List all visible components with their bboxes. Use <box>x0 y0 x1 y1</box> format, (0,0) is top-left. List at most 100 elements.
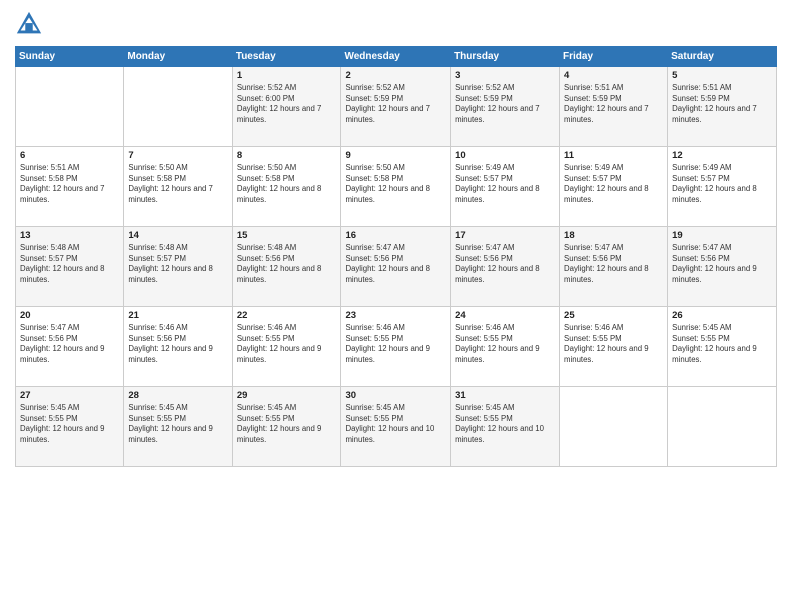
page: Sunday Monday Tuesday Wednesday Thursday… <box>0 0 792 612</box>
day-info: Sunrise: 5:46 AM Sunset: 5:56 PM Dayligh… <box>128 323 227 365</box>
day-info: Sunrise: 5:48 AM Sunset: 5:56 PM Dayligh… <box>237 243 337 285</box>
day-cell: 16 Sunrise: 5:47 AM Sunset: 5:56 PM Dayli… <box>341 227 451 307</box>
day-number: 10 <box>455 150 555 161</box>
day-cell: 26 Sunrise: 5:45 AM Sunset: 5:55 PM Dayli… <box>668 307 777 387</box>
day-info: Sunrise: 5:50 AM Sunset: 5:58 PM Dayligh… <box>237 163 337 205</box>
day-cell: 24Sunrise: 5:46 AM Sunset: 5:55 PM Dayli… <box>451 307 560 387</box>
day-number: 11 <box>564 150 663 161</box>
day-info: Sunrise: 5:47 AM Sunset: 5:56 PM Dayligh… <box>345 243 446 285</box>
logo-icon <box>15 10 43 38</box>
day-info: Sunrise: 5:49 AM Sunset: 5:57 PM Dayligh… <box>672 163 772 205</box>
day-info: Sunrise: 5:45 AM Sunset: 5:55 PM Dayligh… <box>20 403 119 445</box>
day-info: Sunrise: 5:47 AM Sunset: 5:56 PM Dayligh… <box>455 243 555 285</box>
day-info: Sunrise: 5:52 AM Sunset: 5:59 PM Dayligh… <box>455 83 555 125</box>
week-row-2: 6 Sunrise: 5:51 AM Sunset: 5:58 PM Daylig… <box>16 147 777 227</box>
day-number: 30 <box>345 390 446 401</box>
week-row-3: 13 Sunrise: 5:48 AM Sunset: 5:57 PM Dayli… <box>16 227 777 307</box>
day-cell: 23 Sunrise: 5:46 AM Sunset: 5:55 PM Dayli… <box>341 307 451 387</box>
day-number: 14 <box>128 230 227 241</box>
col-wednesday: Wednesday <box>341 47 451 67</box>
day-cell: 10 Sunrise: 5:49 AM Sunset: 5:57 PM Dayli… <box>451 147 560 227</box>
col-friday: Friday <box>560 47 668 67</box>
day-number: 21 <box>128 310 227 321</box>
day-number: 17 <box>455 230 555 241</box>
day-info: Sunrise: 5:47 AM Sunset: 5:56 PM Dayligh… <box>20 323 119 365</box>
day-number: 15 <box>237 230 337 241</box>
day-cell: 20 Sunrise: 5:47 AM Sunset: 5:56 PM Dayli… <box>16 307 124 387</box>
day-cell: 19 Sunrise: 5:47 AM Sunset: 5:56 PM Dayli… <box>668 227 777 307</box>
day-cell: 27Sunrise: 5:45 AM Sunset: 5:55 PM Dayli… <box>16 387 124 467</box>
day-cell <box>668 387 777 467</box>
logo <box>15 10 47 38</box>
day-info: Sunrise: 5:51 AM Sunset: 5:59 PM Dayligh… <box>564 83 663 125</box>
day-cell: 15 Sunrise: 5:48 AM Sunset: 5:56 PM Dayli… <box>232 227 341 307</box>
day-number: 4 <box>564 70 663 81</box>
day-number: 2 <box>345 70 446 81</box>
day-info: Sunrise: 5:50 AM Sunset: 5:58 PM Dayligh… <box>128 163 227 205</box>
day-info: Sunrise: 5:45 AM Sunset: 5:55 PM Dayligh… <box>672 323 772 365</box>
calendar-table: Sunday Monday Tuesday Wednesday Thursday… <box>15 46 777 467</box>
day-cell: 2 Sunrise: 5:52 AM Sunset: 5:59 PM Daylig… <box>341 67 451 147</box>
day-cell: 3 Sunrise: 5:52 AM Sunset: 5:59 PM Daylig… <box>451 67 560 147</box>
day-number: 19 <box>672 230 772 241</box>
day-info: Sunrise: 5:52 AM Sunset: 6:00 PM Dayligh… <box>237 83 337 125</box>
day-cell: 6 Sunrise: 5:51 AM Sunset: 5:58 PM Daylig… <box>16 147 124 227</box>
day-number: 29 <box>237 390 337 401</box>
day-info: Sunrise: 5:51 AM Sunset: 5:59 PM Dayligh… <box>672 83 772 125</box>
day-cell: 21 Sunrise: 5:46 AM Sunset: 5:56 PM Dayli… <box>124 307 232 387</box>
col-tuesday: Tuesday <box>232 47 341 67</box>
col-thursday: Thursday <box>451 47 560 67</box>
day-cell: 31 Sunrise: 5:45 AM Sunset: 5:55 PM Dayli… <box>451 387 560 467</box>
day-info: Sunrise: 5:49 AM Sunset: 5:57 PM Dayligh… <box>455 163 555 205</box>
day-info: Sunrise: 5:46 AM Sunset: 5:55 PM Dayligh… <box>345 323 446 365</box>
day-number: 3 <box>455 70 555 81</box>
day-info: Sunrise: 5:51 AM Sunset: 5:58 PM Dayligh… <box>20 163 119 205</box>
day-cell: 13 Sunrise: 5:48 AM Sunset: 5:57 PM Dayli… <box>16 227 124 307</box>
day-cell <box>560 387 668 467</box>
col-saturday: Saturday <box>668 47 777 67</box>
day-info: Sunrise: 5:47 AM Sunset: 5:56 PM Dayligh… <box>564 243 663 285</box>
day-number: 24 <box>455 310 555 321</box>
day-cell: 29Sunrise: 5:45 AM Sunset: 5:55 PM Dayli… <box>232 387 341 467</box>
day-cell: 7 Sunrise: 5:50 AM Sunset: 5:58 PM Daylig… <box>124 147 232 227</box>
day-number: 22 <box>237 310 337 321</box>
day-number: 26 <box>672 310 772 321</box>
day-cell: 11 Sunrise: 5:49 AM Sunset: 5:57 PM Dayli… <box>560 147 668 227</box>
day-info: Sunrise: 5:47 AM Sunset: 5:56 PM Dayligh… <box>672 243 772 285</box>
day-number: 7 <box>128 150 227 161</box>
day-cell <box>124 67 232 147</box>
day-number: 8 <box>237 150 337 161</box>
col-monday: Monday <box>124 47 232 67</box>
day-info: Sunrise: 5:45 AM Sunset: 5:55 PM Dayligh… <box>345 403 446 445</box>
day-number: 12 <box>672 150 772 161</box>
day-number: 23 <box>345 310 446 321</box>
day-number: 31 <box>455 390 555 401</box>
week-row-5: 27Sunrise: 5:45 AM Sunset: 5:55 PM Dayli… <box>16 387 777 467</box>
day-cell: 5Sunrise: 5:51 AM Sunset: 5:59 PM Daylig… <box>668 67 777 147</box>
day-number: 25 <box>564 310 663 321</box>
day-cell: 17 Sunrise: 5:47 AM Sunset: 5:56 PM Dayli… <box>451 227 560 307</box>
day-number: 16 <box>345 230 446 241</box>
day-number: 6 <box>20 150 119 161</box>
day-cell: 25 Sunrise: 5:46 AM Sunset: 5:55 PM Dayli… <box>560 307 668 387</box>
day-info: Sunrise: 5:48 AM Sunset: 5:57 PM Dayligh… <box>20 243 119 285</box>
header <box>15 10 777 38</box>
day-number: 20 <box>20 310 119 321</box>
day-info: Sunrise: 5:48 AM Sunset: 5:57 PM Dayligh… <box>128 243 227 285</box>
day-info: Sunrise: 5:52 AM Sunset: 5:59 PM Dayligh… <box>345 83 446 125</box>
day-cell: 14 Sunrise: 5:48 AM Sunset: 5:57 PM Dayli… <box>124 227 232 307</box>
day-number: 1 <box>237 70 337 81</box>
day-cell: 22Sunrise: 5:46 AM Sunset: 5:55 PM Dayli… <box>232 307 341 387</box>
day-cell: 1 Sunrise: 5:52 AM Sunset: 6:00 PM Daylig… <box>232 67 341 147</box>
header-row: Sunday Monday Tuesday Wednesday Thursday… <box>16 47 777 67</box>
day-cell: 4 Sunrise: 5:51 AM Sunset: 5:59 PM Daylig… <box>560 67 668 147</box>
day-info: Sunrise: 5:45 AM Sunset: 5:55 PM Dayligh… <box>455 403 555 445</box>
day-info: Sunrise: 5:45 AM Sunset: 5:55 PM Dayligh… <box>128 403 227 445</box>
day-number: 13 <box>20 230 119 241</box>
day-info: Sunrise: 5:49 AM Sunset: 5:57 PM Dayligh… <box>564 163 663 205</box>
week-row-1: 1 Sunrise: 5:52 AM Sunset: 6:00 PM Daylig… <box>16 67 777 147</box>
day-info: Sunrise: 5:50 AM Sunset: 5:58 PM Dayligh… <box>345 163 446 205</box>
day-cell: 8 Sunrise: 5:50 AM Sunset: 5:58 PM Daylig… <box>232 147 341 227</box>
day-info: Sunrise: 5:46 AM Sunset: 5:55 PM Dayligh… <box>564 323 663 365</box>
day-cell: 12 Sunrise: 5:49 AM Sunset: 5:57 PM Dayli… <box>668 147 777 227</box>
